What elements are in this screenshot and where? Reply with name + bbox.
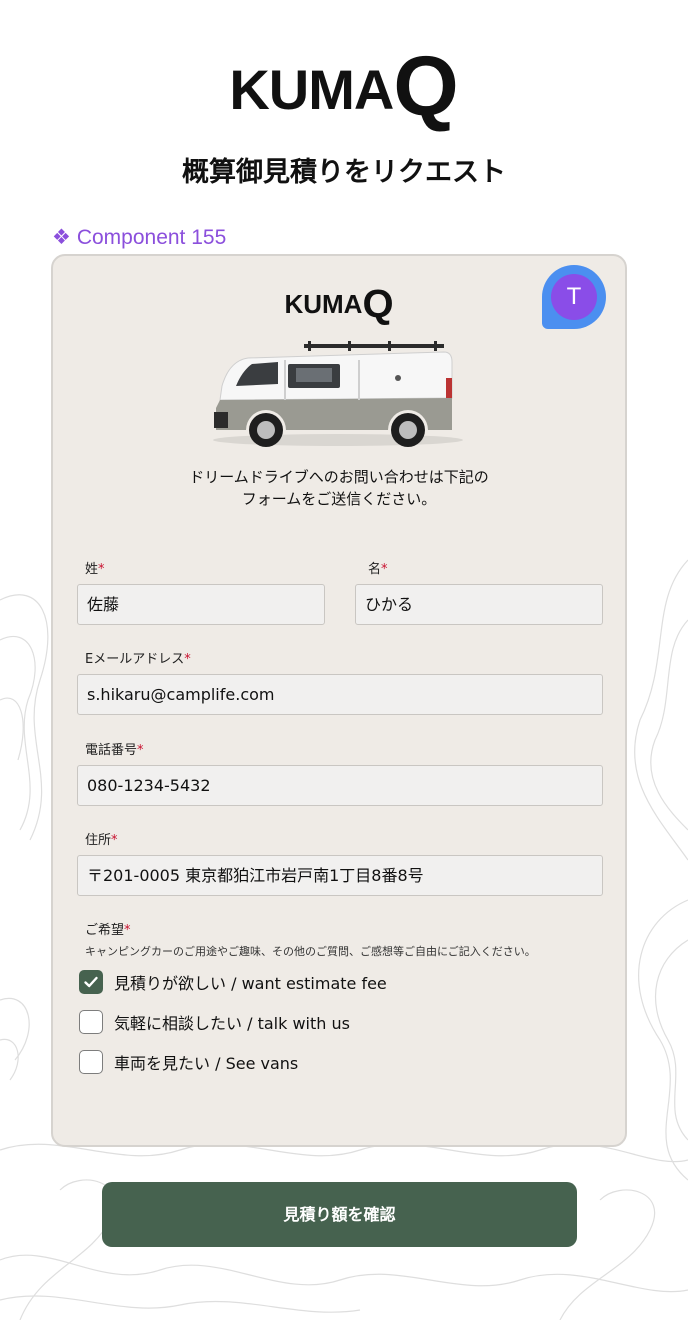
confirm-estimate-button[interactable]: 見積り額を確認 <box>102 1182 577 1247</box>
address-input[interactable]: 〒201-0005 東京都狛江市岩戸南1丁目8番8号 <box>77 855 603 896</box>
card-logo: KUMAQ <box>53 278 625 326</box>
required-mark: * <box>137 743 144 758</box>
option-estimate[interactable]: 見積りが欲しい / want estimate fee <box>79 969 387 995</box>
last-name-label-text: 姓 <box>85 562 99 577</box>
intro-line-1: ドリームドライブへのお問い合わせは下記の <box>189 468 489 486</box>
page-title: 概算御見積りをリクエスト <box>182 157 506 188</box>
quote-form-card: KUMAQ T ドリームドライブへのお問い合わせは下記の フォームをご送信くださ… <box>51 254 627 1147</box>
first-name-label: 名* <box>368 558 388 577</box>
component-label-text: Component 155 <box>76 226 227 249</box>
address-label: 住所* <box>85 829 118 848</box>
phone-label: 電話番号* <box>85 739 144 758</box>
page-content: KUMAQ 概算御見積りをリクエスト ❖ Component 155 KUMAQ … <box>0 0 688 1320</box>
last-name-input[interactable]: 佐藤 <box>77 584 325 625</box>
last-name-label: 姓* <box>85 558 105 577</box>
phone-label-text: 電話番号 <box>85 743 138 758</box>
option-estimate-label: 見積りが欲しい / want estimate fee <box>114 974 387 993</box>
first-name-label-text: 名 <box>368 562 382 577</box>
required-mark: * <box>111 833 118 848</box>
phone-input[interactable]: 080-1234-5432 <box>77 765 603 806</box>
option-talk-label: 気軽に相談したい / talk with us <box>114 1014 350 1033</box>
required-mark: * <box>124 923 131 938</box>
avatar[interactable]: T <box>551 274 597 320</box>
card-logo-text: KUMA <box>284 289 363 319</box>
required-mark: * <box>98 562 105 577</box>
intro-text: ドリームドライブへのお問い合わせは下記の フォームをご送信ください。 <box>53 466 625 510</box>
component-label: ❖ Component 155 <box>52 225 226 250</box>
wish-hint: キャンピングカーのご用途やご趣味、その他のご質問、ご感想等ご自由にご記入ください… <box>85 945 536 958</box>
email-label-text: Eメールアドレス <box>85 652 185 667</box>
intro-line-2: フォームをご送信ください。 <box>241 490 437 508</box>
brand-logo: KUMAQ <box>0 32 688 133</box>
brand-logo-text: KUMA <box>229 58 394 121</box>
email-label: Eメールアドレス* <box>85 648 191 667</box>
brand-logo-q: Q <box>393 39 459 133</box>
address-label-text: 住所 <box>85 833 112 848</box>
first-name-input[interactable]: ひかる <box>355 584 603 625</box>
card-logo-q: Q <box>362 282 394 326</box>
user-avatar-badge[interactable]: T <box>542 265 606 329</box>
email-input[interactable]: s.hikaru@camplife.com <box>77 674 603 715</box>
option-see-vans[interactable]: 車両を見たい / See vans <box>79 1049 298 1075</box>
talk-checkbox[interactable] <box>79 1010 103 1034</box>
option-talk[interactable]: 気軽に相談したい / talk with us <box>79 1009 350 1035</box>
component-diamond-icon: ❖ <box>52 226 71 249</box>
see-vans-checkbox[interactable] <box>79 1050 103 1074</box>
camper-van-image <box>213 341 463 447</box>
wish-label: ご希望* <box>85 919 131 938</box>
required-mark: * <box>184 652 191 667</box>
estimate-checkbox[interactable] <box>79 970 103 994</box>
option-see-vans-label: 車両を見たい / See vans <box>114 1054 299 1073</box>
wish-label-text: ご希望 <box>85 923 125 938</box>
check-icon <box>84 976 98 988</box>
required-mark: * <box>381 562 388 577</box>
